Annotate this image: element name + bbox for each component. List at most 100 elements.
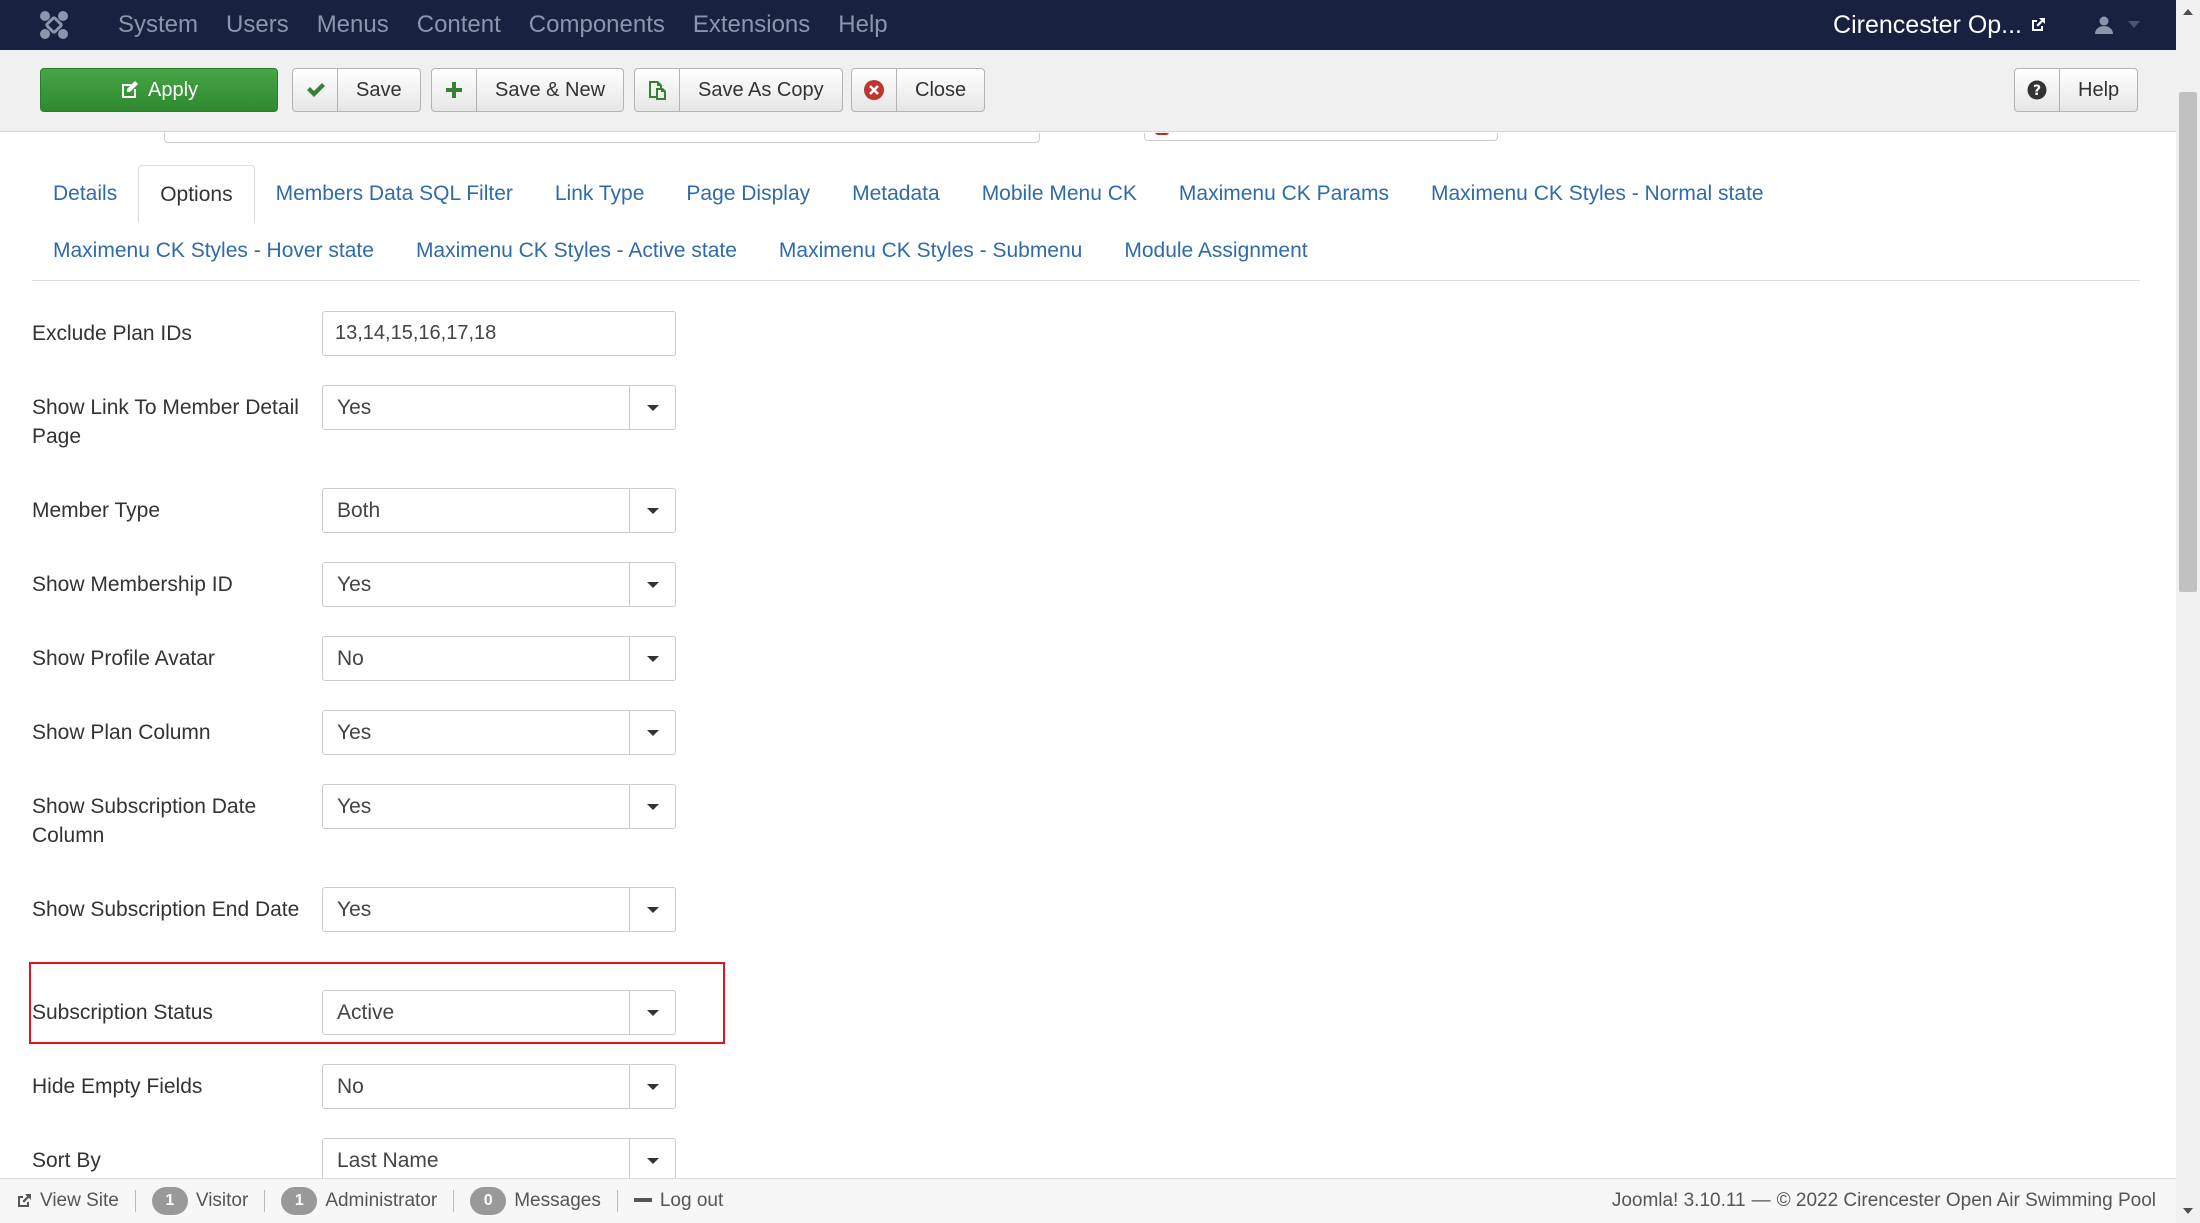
chevron-down-icon — [629, 563, 675, 606]
scroll-thumb[interactable] — [2179, 92, 2197, 592]
plus-icon — [432, 69, 477, 111]
logout-link[interactable]: Log out — [618, 1190, 739, 1212]
sort-by-value: Last Name — [337, 1149, 439, 1172]
external-link-icon — [2032, 18, 2045, 31]
logout-label: Log out — [659, 1190, 724, 1211]
view-site-label: View Site — [40, 1190, 119, 1211]
menu-help[interactable]: Help — [824, 0, 901, 50]
tab-details[interactable]: Details — [32, 165, 138, 222]
show-subscription-date-value: Yes — [337, 795, 372, 818]
save-label: Save — [356, 78, 402, 101]
show-subscription-date-select[interactable]: Yes — [322, 784, 676, 829]
toolbar: Apply Save Save & New Save As Copy Close… — [0, 50, 2176, 132]
scroll-down-arrow-icon[interactable] — [2176, 1199, 2200, 1223]
chevron-down-icon — [629, 711, 675, 754]
external-link-icon — [18, 1194, 31, 1207]
check-icon — [293, 69, 338, 111]
title-input-partial[interactable] — [164, 133, 1040, 143]
tab-maximenu-normal-state[interactable]: Maximenu CK Styles - Normal state — [1410, 165, 1785, 222]
show-link-member-label: Show Link To Member Detail Page — [32, 396, 299, 448]
menu-system[interactable]: System — [104, 0, 212, 50]
sort-by-label: Sort By — [32, 1149, 101, 1172]
menu-users[interactable]: Users — [212, 0, 303, 50]
apply-button[interactable]: Apply — [40, 68, 278, 112]
show-membership-id-select[interactable]: Yes — [322, 562, 676, 607]
sort-by-select[interactable]: Last Name — [322, 1138, 676, 1178]
alias-input-partial[interactable] — [1144, 133, 1498, 141]
help-button[interactable]: ? Help — [2014, 68, 2139, 112]
main-menu: System Users Menus Content Components Ex… — [104, 0, 902, 50]
messages-count-badge: 0 — [470, 1187, 507, 1215]
exclude-plan-ids-label: Exclude Plan IDs — [32, 322, 192, 345]
status-bar: View Site 1 Visitor 1 Administrator 0 Me… — [0, 1178, 2176, 1223]
chevron-down-icon — [629, 386, 675, 429]
chevron-down-icon — [629, 1139, 675, 1178]
show-subscription-end-label: Show Subscription End Date — [32, 898, 300, 921]
tab-maximenu-ck-params[interactable]: Maximenu CK Params — [1158, 165, 1410, 222]
menu-extensions[interactable]: Extensions — [679, 0, 824, 50]
tab-maximenu-hover-state[interactable]: Maximenu CK Styles - Hover state — [32, 222, 395, 279]
save-as-copy-label: Save As Copy — [698, 78, 824, 101]
show-link-member-value: Yes — [337, 396, 372, 419]
tabs-row-1: Details Options Members Data SQL Filter … — [32, 165, 1785, 223]
user-menu[interactable] — [2094, 15, 2140, 35]
hide-empty-fields-select[interactable]: No — [322, 1064, 676, 1109]
help-label: Help — [2078, 78, 2120, 101]
menu-menus[interactable]: Menus — [303, 0, 403, 50]
scroll-up-arrow-icon[interactable] — [2176, 0, 2200, 24]
save-as-copy-button[interactable]: Save As Copy — [634, 68, 843, 112]
tab-link-type[interactable]: Link Type — [534, 165, 666, 222]
show-membership-id-value: Yes — [337, 573, 372, 596]
tab-module-assignment[interactable]: Module Assignment — [1103, 222, 1328, 279]
show-subscription-end-select[interactable]: Yes — [322, 887, 676, 932]
view-site-link[interactable]: View Site — [0, 1190, 135, 1212]
subscription-status-value: Active — [337, 1001, 395, 1024]
administrator-status[interactable]: 1 Administrator — [265, 1187, 453, 1215]
top-navbar: System Users Menus Content Components Ex… — [0, 0, 2200, 50]
page-scrollbar[interactable] — [2176, 0, 2200, 1223]
show-plan-column-label: Show Plan Column — [32, 721, 211, 744]
close-button[interactable]: Close — [851, 68, 986, 112]
joomla-version: Joomla! 3.10.11 — [1611, 1190, 1746, 1211]
navbar-right: Cirencester Op... — [1833, 0, 2200, 50]
menu-components[interactable]: Components — [515, 0, 679, 50]
show-profile-avatar-select[interactable]: No — [322, 636, 676, 681]
show-plan-column-select[interactable]: Yes — [322, 710, 676, 755]
site-name-text: Cirencester Op... — [1833, 10, 2022, 39]
visitor-status[interactable]: 1 Visitor — [136, 1187, 264, 1215]
apply-label: Apply — [147, 78, 199, 101]
messages-label: Messages — [514, 1190, 601, 1211]
visitor-label: Visitor — [195, 1190, 249, 1211]
chevron-down-icon — [629, 489, 675, 532]
tab-metadata[interactable]: Metadata — [831, 165, 961, 222]
chevron-down-icon — [629, 637, 675, 680]
tabs-divider — [32, 280, 2140, 281]
joomla-logo-icon[interactable] — [28, 0, 80, 50]
save-new-button[interactable]: Save & New — [431, 68, 625, 112]
show-profile-avatar-value: No — [337, 647, 364, 670]
hide-empty-fields-value: No — [337, 1075, 364, 1098]
tab-page-display[interactable]: Page Display — [665, 165, 831, 222]
messages-status[interactable]: 0 Messages — [454, 1187, 617, 1215]
save-button[interactable]: Save — [292, 68, 421, 112]
subscription-status-select[interactable]: Active — [322, 990, 676, 1035]
show-subscription-end-value: Yes — [337, 898, 372, 921]
exclude-plan-ids-input[interactable]: 13,14,15,16,17,18 — [322, 311, 676, 356]
edit-icon — [120, 69, 140, 111]
member-type-select[interactable]: Both — [322, 488, 676, 533]
question-circle-icon: ? — [2015, 69, 2060, 111]
close-label: Close — [915, 78, 967, 101]
tab-maximenu-active-state[interactable]: Maximenu CK Styles - Active state — [395, 222, 758, 279]
chevron-down-icon — [629, 991, 675, 1034]
show-subscription-date-label: Show Subscription Date Column — [32, 795, 257, 847]
show-link-member-select[interactable]: Yes — [322, 385, 676, 430]
tab-options[interactable]: Options — [138, 165, 255, 223]
chevron-down-icon — [629, 1065, 675, 1108]
copy-icon — [635, 69, 680, 111]
site-name-link[interactable]: Cirencester Op... — [1833, 11, 2046, 40]
tab-members-data-sql-filter[interactable]: Members Data SQL Filter — [255, 165, 534, 222]
menu-content[interactable]: Content — [403, 0, 515, 50]
tab-maximenu-submenu[interactable]: Maximenu CK Styles - Submenu — [758, 222, 1103, 279]
tab-mobile-menu-ck[interactable]: Mobile Menu CK — [961, 165, 1158, 222]
chevron-down-icon — [629, 785, 675, 828]
